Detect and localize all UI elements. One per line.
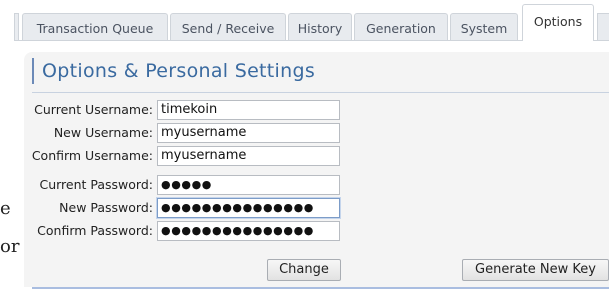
current-password-field[interactable]: ●●●●● [157,175,340,195]
current-password-label: Current Password: [39,177,153,192]
new-password-label: New Password: [59,200,153,215]
new-username-field[interactable]: myusername [157,123,340,143]
tab-generation[interactable]: Generation [354,13,448,40]
panel-bottom-border [32,287,609,289]
change-button[interactable]: Change [267,259,341,281]
tab-bar-edge [597,13,609,40]
generate-new-key-button[interactable]: Generate New Key [462,259,609,281]
confirm-password-field[interactable]: ●●●●●●●●●●●●●●● [157,221,340,241]
tab-options[interactable]: Options [522,4,594,41]
panel-divider [32,92,609,93]
options-page: e or Transaction Queue Send / Receive Hi… [0,0,609,297]
confirm-password-label: Confirm Password: [37,223,153,238]
new-username-label: New Username: [53,125,153,140]
options-panel [24,52,609,287]
current-username-field[interactable]: timekoin [157,100,340,120]
tab-history[interactable]: History [288,13,352,40]
background-text-fragment: e [0,198,11,219]
tab-bar-edge [14,13,19,40]
confirm-username-field[interactable]: myusername [157,146,340,166]
panel-title: Options & Personal Settings [32,58,315,84]
confirm-username-label: Confirm Username: [31,148,153,163]
tab-transaction-queue[interactable]: Transaction Queue [22,13,168,40]
background-text-fragment: or [0,236,20,257]
tab-bar-divider [14,40,609,41]
new-password-field[interactable]: ●●●●●●●●●●●●●●● [157,198,340,218]
tab-send-receive[interactable]: Send / Receive [170,13,286,40]
current-username-label: Current Username: [34,102,153,117]
tab-system[interactable]: System [450,13,518,40]
